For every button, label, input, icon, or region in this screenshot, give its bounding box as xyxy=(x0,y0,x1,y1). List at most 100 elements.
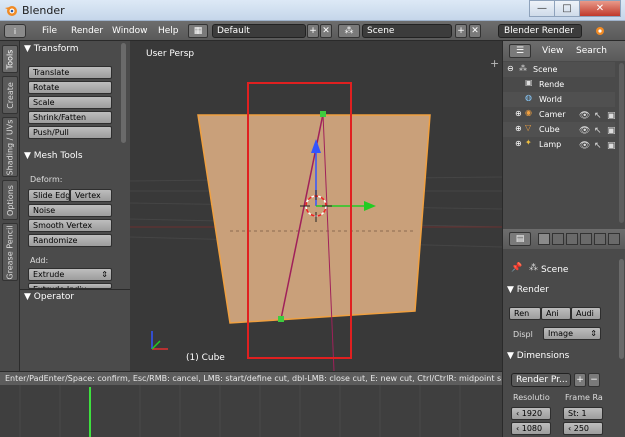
outliner-search-menu[interactable]: Search xyxy=(576,46,607,56)
frame-range-label: Frame Ra xyxy=(565,393,603,402)
randomize-button[interactable]: Randomize xyxy=(28,234,112,247)
layers-tab-icon xyxy=(552,233,564,245)
editor-type-button[interactable]: i xyxy=(4,24,26,38)
scene-selector-icon[interactable]: ⁂ xyxy=(338,24,360,38)
slide-edge-button[interactable]: Slide Edg xyxy=(28,189,70,202)
blender-logo-icon xyxy=(5,6,17,16)
expand-icon: ⊕ xyxy=(515,139,522,148)
menu-file[interactable]: File xyxy=(42,26,57,36)
render-tab-icon xyxy=(538,233,550,245)
add-layout-button[interactable]: + xyxy=(307,24,319,38)
dimensions-panel-header[interactable]: ▼ Dimensions xyxy=(507,351,569,361)
resolution-x-field[interactable]: ‹ 1920 xyxy=(511,407,551,420)
deform-label: Deform: xyxy=(30,175,63,184)
timeline[interactable] xyxy=(0,385,502,437)
tab-shading-uvs[interactable]: Shading / UVs xyxy=(2,117,18,177)
scene-icon: ⁂ xyxy=(519,64,527,73)
tab-grease-pencil[interactable]: Grease Pencil xyxy=(2,223,18,281)
knife-vertex-top xyxy=(320,111,326,117)
remove-scene-button[interactable]: ✕ xyxy=(469,24,481,38)
minimize-button[interactable]: — xyxy=(529,0,555,17)
outliner-row-scene[interactable]: ⊖ ⁂ Scene xyxy=(503,62,615,77)
resolution-y-field[interactable]: ‹ 1080 xyxy=(511,422,551,435)
start-frame-field[interactable]: St: 1 xyxy=(563,407,603,420)
properties-context-tabs[interactable] xyxy=(538,233,620,245)
expand-icon: ⊖ xyxy=(507,64,514,73)
tab-create[interactable]: Create xyxy=(2,76,18,114)
active-object-label: (1) Cube xyxy=(186,353,225,363)
maximize-button[interactable]: □ xyxy=(554,0,580,17)
render-animation-button[interactable]: Ani xyxy=(541,307,571,320)
add-label: Add: xyxy=(30,256,49,265)
scene-field[interactable]: Scene xyxy=(362,24,452,38)
dropdown-arrows-icon: ⇕ xyxy=(590,329,597,338)
3d-viewport[interactable]: + User Persp (1) Cube xyxy=(130,41,502,371)
add-preset-button[interactable]: + xyxy=(574,373,586,387)
view-perspective-label: User Persp xyxy=(146,49,195,59)
tool-shelf-tabs: Tools Create Shading / UVs Options Greas… xyxy=(0,41,20,371)
world-tab-icon xyxy=(580,233,592,245)
translate-button[interactable]: Translate xyxy=(28,66,112,79)
operator-panel-header[interactable]: ▼ Operator xyxy=(24,292,124,306)
push-pull-button[interactable]: Push/Pull xyxy=(28,126,112,139)
menu-render[interactable]: Render xyxy=(71,26,103,36)
end-frame-field[interactable]: ‹ 250 xyxy=(563,422,603,435)
info-icon: i xyxy=(13,26,17,36)
object-tab-icon xyxy=(594,233,606,245)
status-bar: Enter/PadEnter/Space: confirm, Esc/RMB: … xyxy=(0,371,502,385)
properties-editor-lower: Render Pr... + − Resolutio Frame Ra ‹ 19… xyxy=(502,371,625,437)
expand-icon: ⊕ xyxy=(515,124,522,133)
outliner-view-menu[interactable]: View xyxy=(542,46,563,56)
properties-editor-icon[interactable]: ▤ xyxy=(509,232,531,246)
close-button[interactable]: ✕ xyxy=(579,0,621,17)
tool-shelf: ▼ Transform Translate Rotate Scale Shrin… xyxy=(20,41,130,371)
add-scene-button[interactable]: + xyxy=(455,24,467,38)
render-image-button[interactable]: Ren xyxy=(509,307,541,320)
render-panel-header[interactable]: ▼ Render xyxy=(507,285,549,295)
properties-scrollbar[interactable] xyxy=(619,259,624,359)
visibility-eye-icons[interactable]: 👁 👁 👁 xyxy=(579,109,590,154)
shrink-fatten-button[interactable]: Shrink/Fatten xyxy=(28,111,112,124)
outliner-row-render-layers[interactable]: ▣ Rende xyxy=(503,77,615,92)
outliner: ☰ View Search ⊖ ⁂ Scene ▣ Rende ◍ World … xyxy=(502,41,625,229)
display-select[interactable]: Image ⇕ xyxy=(543,327,601,340)
noise-button[interactable]: Noise xyxy=(28,204,112,217)
render-audio-button[interactable]: Audi xyxy=(571,307,601,320)
properties-header: ▤ xyxy=(503,229,625,249)
mesh-tools-panel-header[interactable]: ▼ Mesh Tools xyxy=(24,151,124,165)
outliner-row-world[interactable]: ◍ World xyxy=(503,92,615,107)
scene-tab-icon xyxy=(566,233,578,245)
blender-icon xyxy=(596,27,604,35)
remove-layout-button[interactable]: ✕ xyxy=(320,24,332,38)
render-engine-select[interactable]: Blender Render xyxy=(498,24,582,38)
tab-tools[interactable]: Tools xyxy=(2,45,18,73)
scale-button[interactable]: Scale xyxy=(28,96,112,109)
screen-layout-field[interactable]: Default xyxy=(212,24,306,38)
properties-context-label: Scene xyxy=(541,265,569,275)
axis-orientation-icon xyxy=(151,331,168,350)
transform-panel-header[interactable]: ▼ Transform xyxy=(24,44,124,58)
render-preset-select[interactable]: Render Pr... xyxy=(511,373,571,387)
menu-window[interactable]: Window xyxy=(112,26,148,36)
viewport-plus-icon: + xyxy=(490,57,499,70)
outliner-scrollbar[interactable] xyxy=(619,63,624,223)
tab-options[interactable]: Options xyxy=(2,180,18,220)
screen-layout-icon[interactable]: ▦ xyxy=(188,24,208,38)
render-camera-icons[interactable]: ▣ ▣ ▣ xyxy=(607,109,616,154)
outliner-editor-icon[interactable]: ☰ xyxy=(509,44,531,58)
mesh-icon: ▽ xyxy=(525,123,532,132)
render-layers-icon: ▣ xyxy=(525,78,533,87)
viewport-canvas: + xyxy=(130,57,502,371)
tool-shelf-scrollbar[interactable] xyxy=(121,43,126,143)
display-label: Displ xyxy=(513,330,533,339)
slide-vertex-button[interactable]: Vertex xyxy=(70,189,112,202)
resolution-label: Resolutio xyxy=(513,393,550,402)
selectability-arrow-icons[interactable]: ↖ ↖ ↖ xyxy=(594,109,602,154)
smooth-vertex-button[interactable]: Smooth Vertex xyxy=(28,219,112,232)
dropdown-arrows-icon: ⇕ xyxy=(101,270,108,279)
extrude-button[interactable]: Extrude ⇕ xyxy=(28,268,112,281)
pin-icon[interactable]: 📌 xyxy=(511,263,522,273)
menu-help[interactable]: Help xyxy=(158,26,179,36)
rotate-button[interactable]: Rotate xyxy=(28,81,112,94)
remove-preset-button[interactable]: − xyxy=(588,373,600,387)
